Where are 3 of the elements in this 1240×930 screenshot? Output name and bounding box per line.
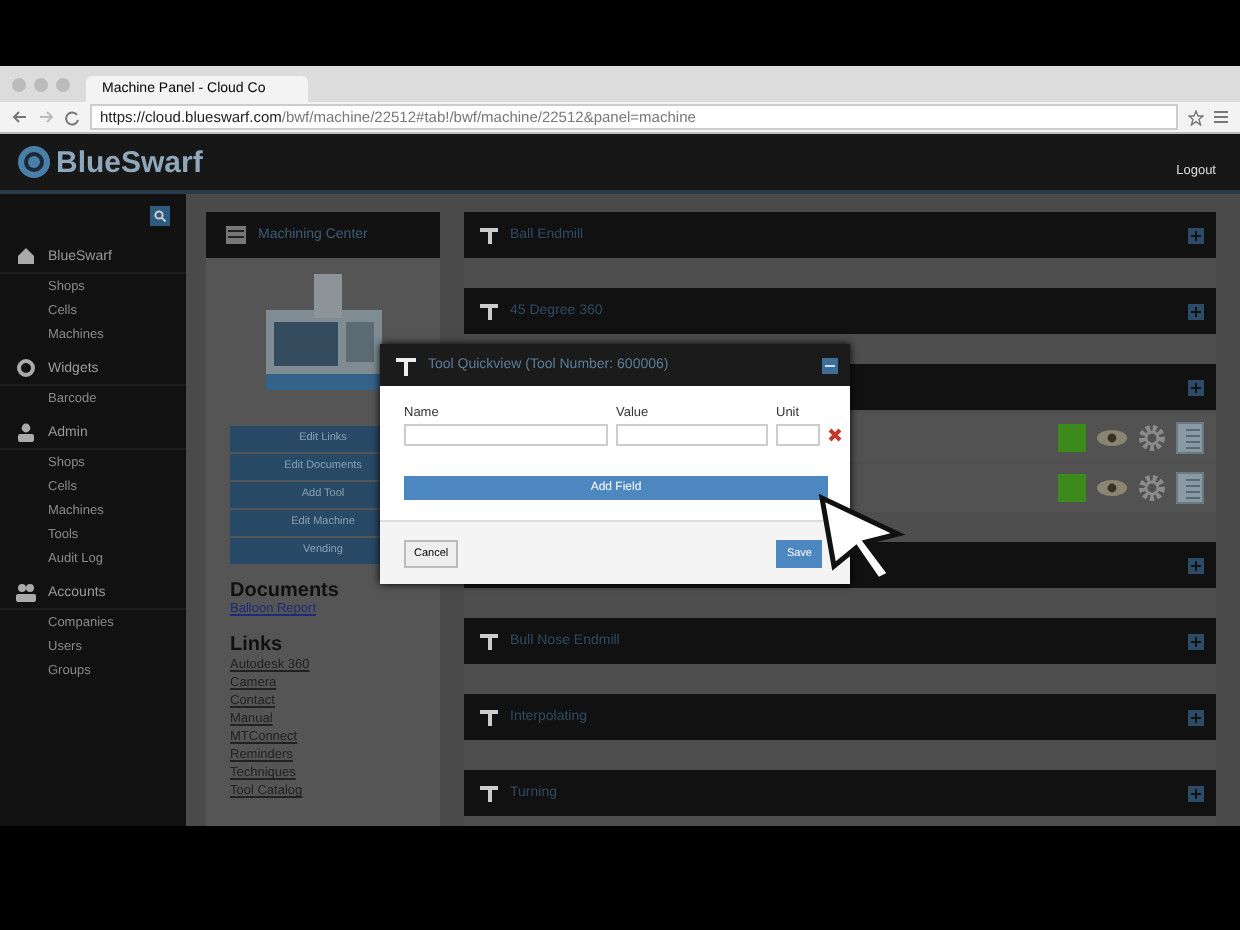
documents-heading: Documents [230,580,339,602]
logo-text: BlueSwarf [56,145,203,179]
links-heading: Links [230,634,283,656]
